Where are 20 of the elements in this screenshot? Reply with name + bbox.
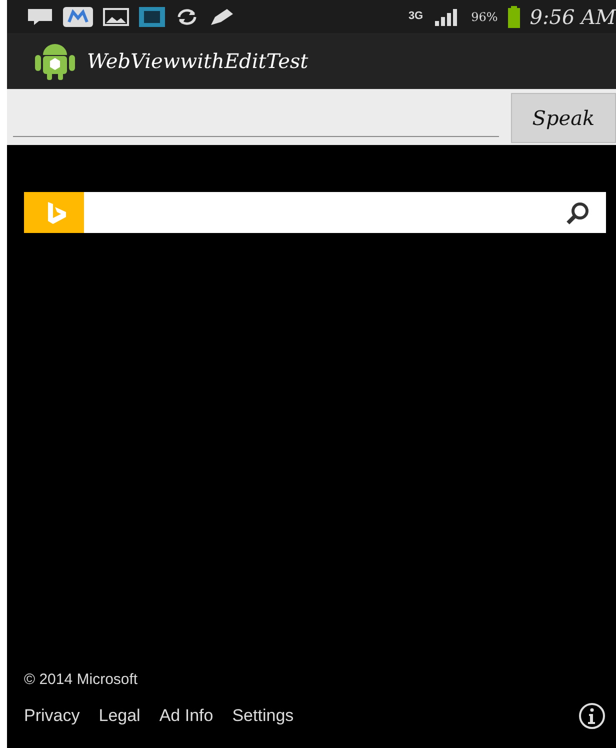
footer-link[interactable]: Legal [98,706,140,726]
footer-link[interactable]: Settings [232,706,294,726]
battery-icon [508,6,520,28]
footer-link[interactable]: Privacy [24,706,80,726]
pencil-icon [209,8,235,26]
footer-link[interactable]: Ad Info [159,706,214,726]
sync-icon [175,6,199,26]
mail-icon [63,6,93,26]
copyright-text: © 2014 Microsoft [24,671,139,688]
search-field[interactable] [24,192,606,233]
image-icon [103,8,129,26]
android-icon [35,41,75,81]
battery-percent: 96% [471,10,498,24]
info-icon [578,702,606,730]
message-icon [27,8,53,26]
search-icon [566,200,590,224]
network-label: 3G [408,11,424,22]
screen-icon [139,6,165,26]
app-title: WebViewwithEditTest [87,49,308,73]
speak-button[interactable]: Speak [511,93,616,143]
